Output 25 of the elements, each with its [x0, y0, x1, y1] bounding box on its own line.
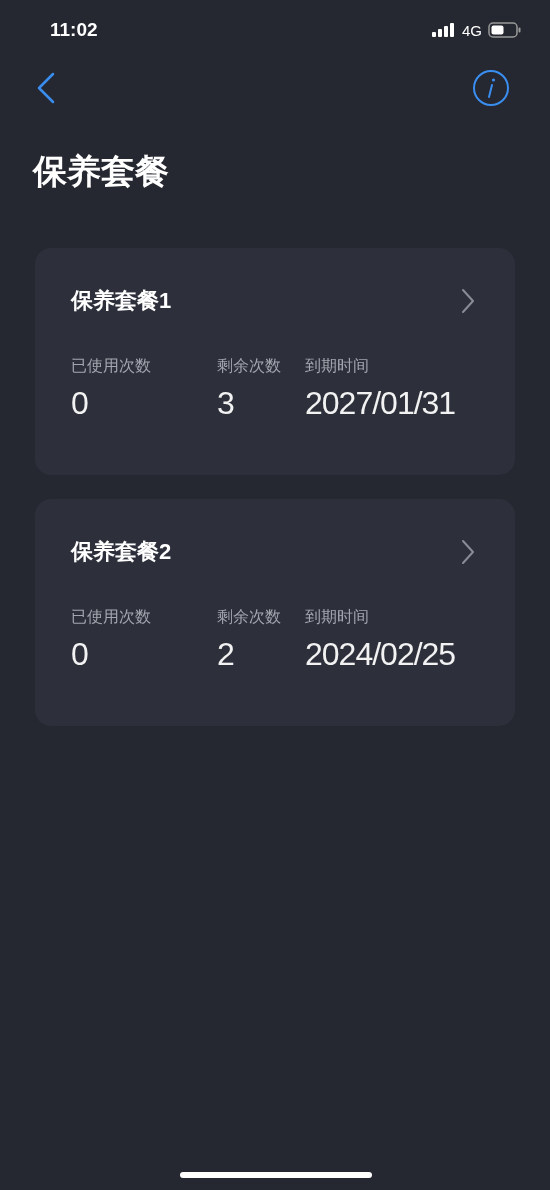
- stat-value: 0: [71, 385, 89, 422]
- stat-value: 3: [217, 385, 235, 422]
- back-icon[interactable]: [36, 72, 56, 104]
- stat-label: 到期时间: [305, 356, 370, 376]
- stat-label: 剩余次数: [217, 607, 282, 627]
- stat-value: 0: [71, 636, 89, 673]
- stat-value: 2024/02/25: [305, 636, 456, 673]
- network-type: 4G: [462, 21, 482, 39]
- page-title: 保养套餐: [33, 151, 170, 192]
- stat-value: 2: [217, 636, 235, 673]
- stat-value: 2027/01/31: [305, 385, 456, 422]
- stat-label: 已使用次数: [71, 356, 152, 376]
- chevron-right-icon: [461, 539, 475, 565]
- battery-icon: [488, 22, 522, 38]
- signal-icon: [432, 23, 456, 37]
- info-icon[interactable]: [472, 69, 510, 107]
- stat-label: 到期时间: [305, 607, 370, 627]
- package-card[interactable]: 保养套餐2 已使用次数 0 剩余次数 2 到期时间 2024/02/25: [35, 499, 515, 726]
- chevron-right-icon: [461, 288, 475, 314]
- status-time: 11:02: [50, 19, 98, 41]
- stat-label: 剩余次数: [217, 356, 282, 376]
- stat-label: 已使用次数: [71, 607, 152, 627]
- package-card[interactable]: 保养套餐1 已使用次数 0 剩余次数 3 到期时间 2027/01/31: [35, 248, 515, 475]
- package-name: 保养套餐1: [71, 287, 172, 315]
- package-name: 保养套餐2: [71, 538, 172, 566]
